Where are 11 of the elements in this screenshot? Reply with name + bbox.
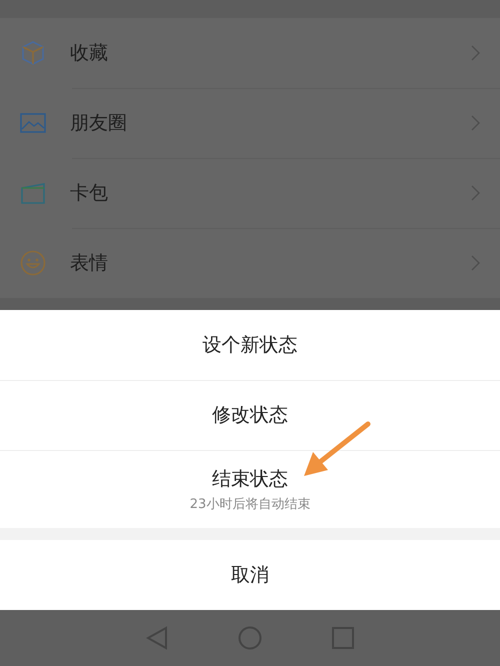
back-icon[interactable] [146, 626, 168, 650]
image-icon [20, 110, 46, 136]
cube-icon [20, 40, 46, 66]
smiley-icon [20, 250, 46, 276]
chevron-icon [471, 255, 480, 271]
chevron-icon [471, 45, 480, 61]
chevron-icon [471, 115, 480, 131]
recents-icon[interactable] [332, 627, 354, 649]
wallet-icon [20, 180, 46, 206]
chevron-icon [471, 185, 480, 201]
home-icon[interactable] [238, 626, 262, 650]
